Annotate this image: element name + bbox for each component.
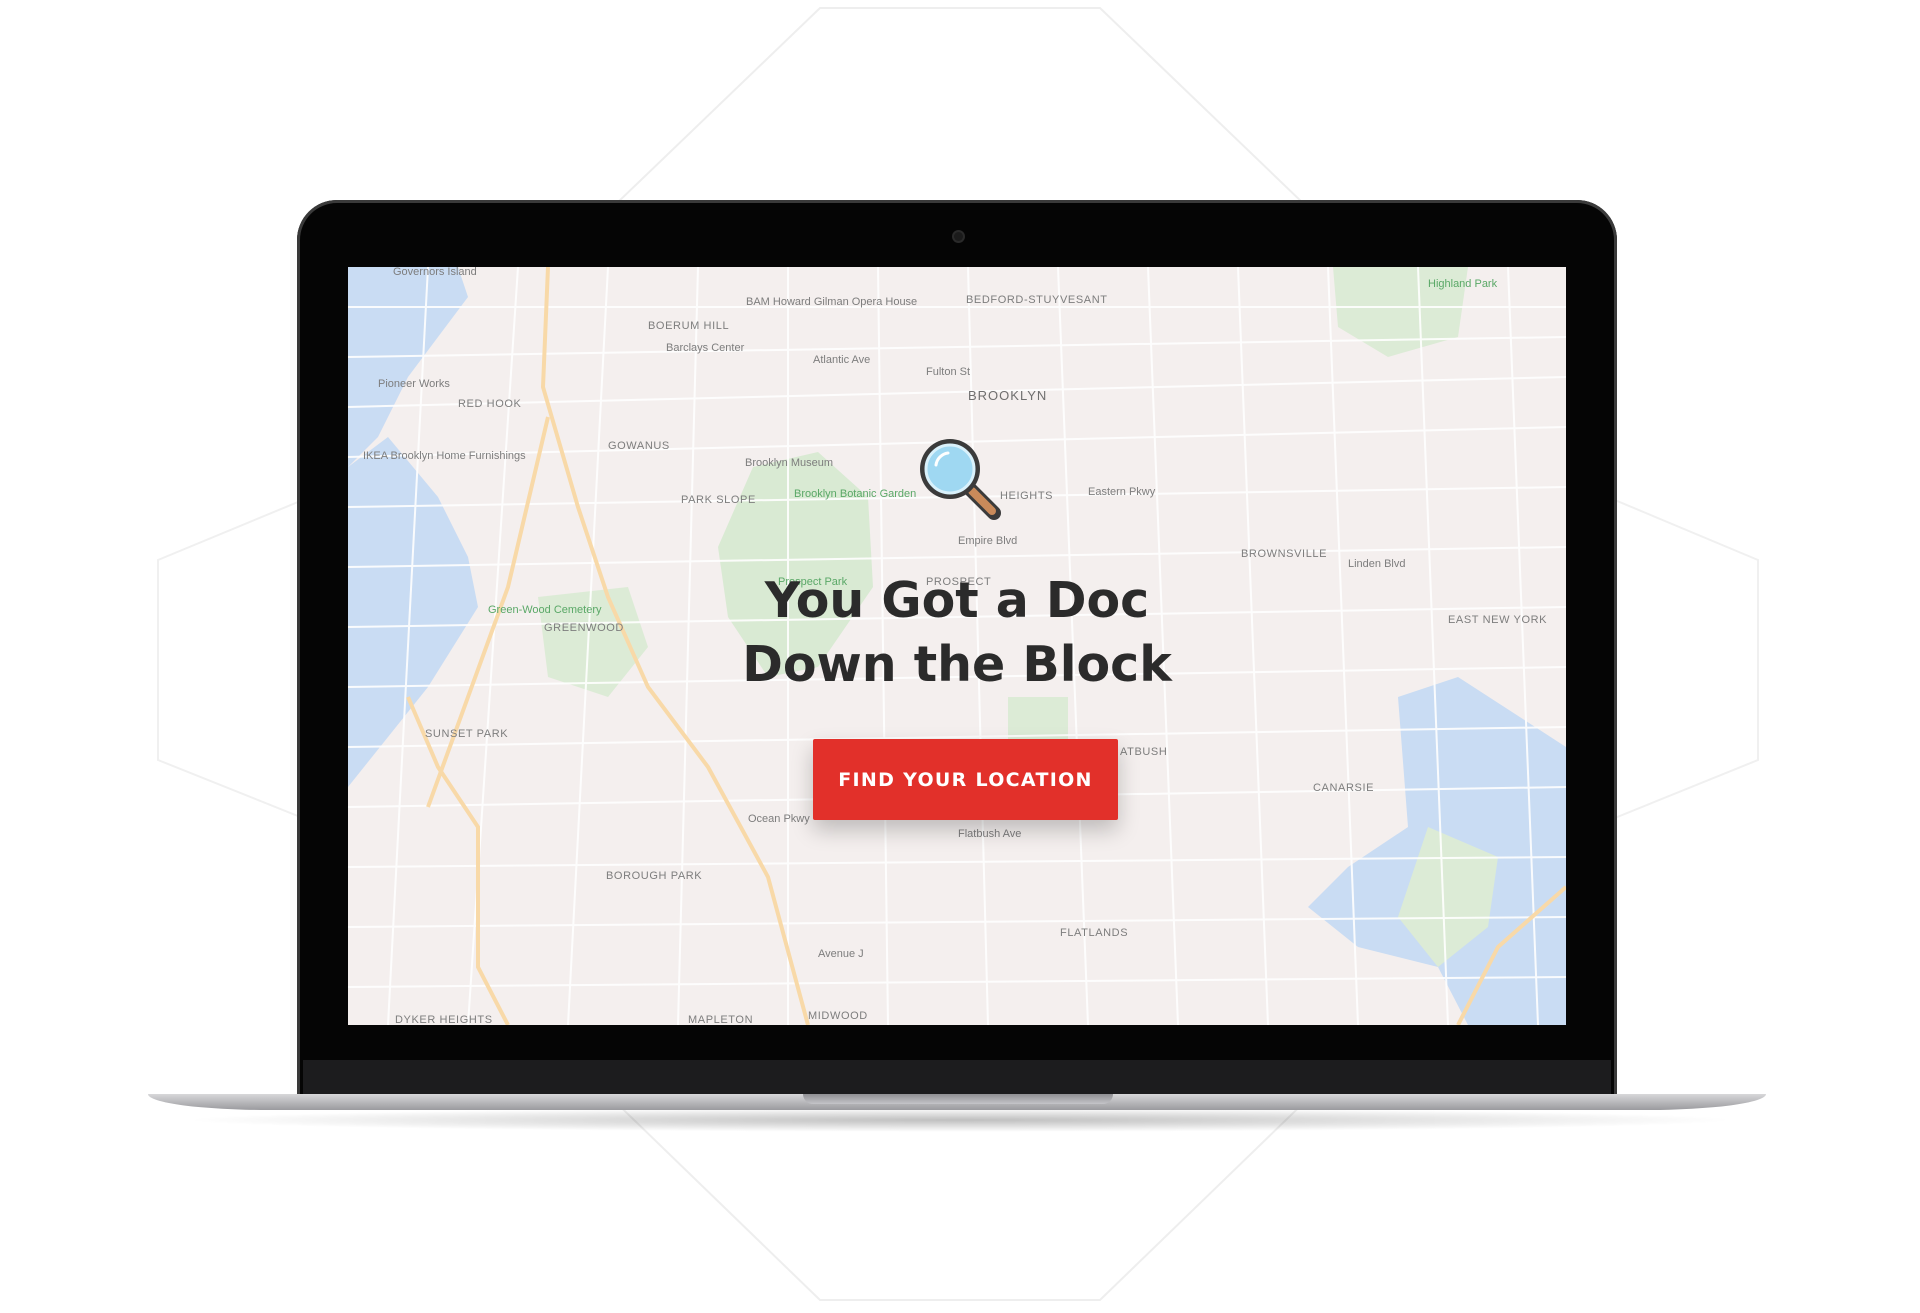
laptop-base-notch <box>803 1094 1113 1104</box>
camera-icon <box>954 232 963 241</box>
laptop-bottom-bezel <box>303 1060 1611 1094</box>
laptop-shadow <box>180 1108 1740 1132</box>
hero-headline-line2: Down the Block <box>742 636 1172 693</box>
magnifying-glass-icon <box>920 439 1001 520</box>
hero-headline-line1: You Got a Doc <box>764 572 1150 629</box>
hero-headline: You Got a Doc Down the Block <box>348 569 1566 697</box>
hero-section: You Got a Doc Down the Block FIND YOUR L… <box>348 267 1566 1025</box>
find-your-location-button[interactable]: FIND YOUR LOCATION <box>813 739 1118 820</box>
